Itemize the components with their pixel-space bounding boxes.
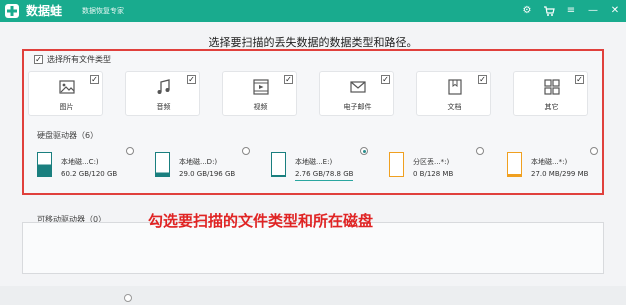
music-icon bbox=[157, 79, 170, 94]
disk-name: 本地磁...*:) bbox=[531, 158, 568, 166]
select-all-checkbox[interactable]: ✓ bbox=[34, 55, 43, 64]
disk-radio-selected[interactable] bbox=[360, 147, 368, 155]
file-type-email[interactable]: ✓ 电子邮件 bbox=[319, 71, 394, 116]
checkbox[interactable]: ✓ bbox=[187, 75, 196, 84]
file-type-audio[interactable]: ✓ 音频 bbox=[125, 71, 200, 116]
disk-radio[interactable] bbox=[590, 147, 598, 155]
document-icon bbox=[448, 79, 462, 95]
file-type-label: 其它 bbox=[544, 103, 559, 111]
menu-icon[interactable]: ≡ bbox=[564, 4, 578, 18]
disk-usage: 0 B/128 MB bbox=[413, 170, 454, 178]
file-type-label: 音频 bbox=[156, 103, 171, 111]
app-logo-icon bbox=[5, 4, 19, 18]
checkbox[interactable]: ✓ bbox=[381, 75, 390, 84]
bottom-section bbox=[0, 286, 626, 305]
disk-item[interactable]: 本地磁...C:) 60.2 GB/120 GB bbox=[28, 144, 138, 188]
disk-radio[interactable] bbox=[126, 147, 134, 155]
annotation-text: 勾选要扫描的文件类型和所在磁盘 bbox=[148, 212, 374, 230]
disk-radio[interactable] bbox=[242, 147, 250, 155]
file-type-label: 视频 bbox=[253, 103, 268, 111]
bottom-radio[interactable] bbox=[124, 294, 132, 302]
video-icon bbox=[253, 79, 269, 95]
disk-usage: 60.2 GB/120 GB bbox=[61, 170, 118, 178]
checkbox[interactable]: ✓ bbox=[90, 75, 99, 84]
disk-item[interactable]: 本地磁...*:) 27.0 MB/299 MB bbox=[498, 144, 608, 188]
disk-item[interactable]: 本地磁...D:) 29.0 GB/196 GB bbox=[146, 144, 256, 188]
disk-name: 本地磁...D:) bbox=[179, 158, 218, 166]
checkbox[interactable]: ✓ bbox=[575, 75, 584, 84]
other-icon bbox=[544, 79, 560, 95]
disk-e-icon bbox=[271, 152, 286, 177]
hard-disk-section-title: 硬盘驱动器（6） bbox=[37, 131, 99, 140]
instruction-text: 选择要扫描的丢失数据的数据类型和路径。 bbox=[208, 36, 418, 49]
disk-name: 本地磁...C:) bbox=[61, 158, 99, 166]
cart-icon[interactable] bbox=[542, 4, 556, 18]
file-type-document[interactable]: ✓ 文档 bbox=[416, 71, 491, 116]
select-all-label: 选择所有文件类型 bbox=[47, 55, 111, 64]
file-type-label: 图片 bbox=[59, 103, 74, 111]
disk-usage: 2.76 GB/78.8 GB bbox=[295, 170, 354, 181]
checkbox[interactable]: ✓ bbox=[478, 75, 487, 84]
hard-disk-list: 本地磁...C:) 60.2 GB/120 GB 本地磁...D:) 29.0 … bbox=[28, 144, 598, 188]
disk-item[interactable]: 分区丢...*:) 0 B/128 MB bbox=[380, 144, 490, 188]
app-name: 数据蛙 bbox=[26, 4, 63, 18]
close-icon[interactable]: ✕ bbox=[608, 4, 622, 18]
minimize-icon[interactable]: — bbox=[586, 4, 600, 18]
checkbox[interactable]: ✓ bbox=[284, 75, 293, 84]
select-all-row[interactable]: ✓ 选择所有文件类型 bbox=[34, 54, 111, 65]
disk-radio[interactable] bbox=[476, 147, 484, 155]
settings-icon[interactable]: ⚙ bbox=[520, 4, 534, 18]
title-bar: 数据蛙 数据恢复专家 ⚙ ≡ — ✕ bbox=[0, 0, 626, 22]
file-type-label: 文档 bbox=[447, 103, 462, 111]
disk-name: 本地磁...E:) bbox=[295, 158, 333, 166]
lost-partition-icon bbox=[389, 152, 404, 177]
file-type-other[interactable]: ✓ 其它 bbox=[513, 71, 588, 116]
file-type-list: ✓ 图片 ✓ 音频 ✓ 视频 ✓ 电子邮件 ✓ 文档 ✓ 其它 bbox=[28, 71, 594, 116]
app-window: 数据蛙 数据恢复专家 ⚙ ≡ — ✕ 选择要扫描的丢失数据的数据类型和路径。 ✓… bbox=[0, 0, 626, 305]
image-icon bbox=[59, 80, 75, 94]
disk-d-icon bbox=[155, 152, 170, 177]
disk-c-icon bbox=[37, 152, 52, 177]
disk-unknown-icon bbox=[507, 152, 522, 177]
disk-usage: 29.0 GB/196 GB bbox=[179, 170, 236, 178]
disk-item[interactable]: 本地磁...E:) 2.76 GB/78.8 GB bbox=[262, 144, 372, 188]
titlebar-controls: ⚙ ≡ — ✕ bbox=[520, 3, 622, 19]
disk-name: 分区丢...*:) bbox=[413, 158, 450, 166]
app-subtitle: 数据恢复专家 bbox=[82, 7, 124, 15]
disk-usage: 27.0 MB/299 MB bbox=[531, 170, 589, 178]
file-type-label: 电子邮件 bbox=[343, 103, 372, 111]
email-icon bbox=[350, 81, 366, 93]
file-type-image[interactable]: ✓ 图片 bbox=[28, 71, 103, 116]
file-type-video[interactable]: ✓ 视频 bbox=[222, 71, 297, 116]
